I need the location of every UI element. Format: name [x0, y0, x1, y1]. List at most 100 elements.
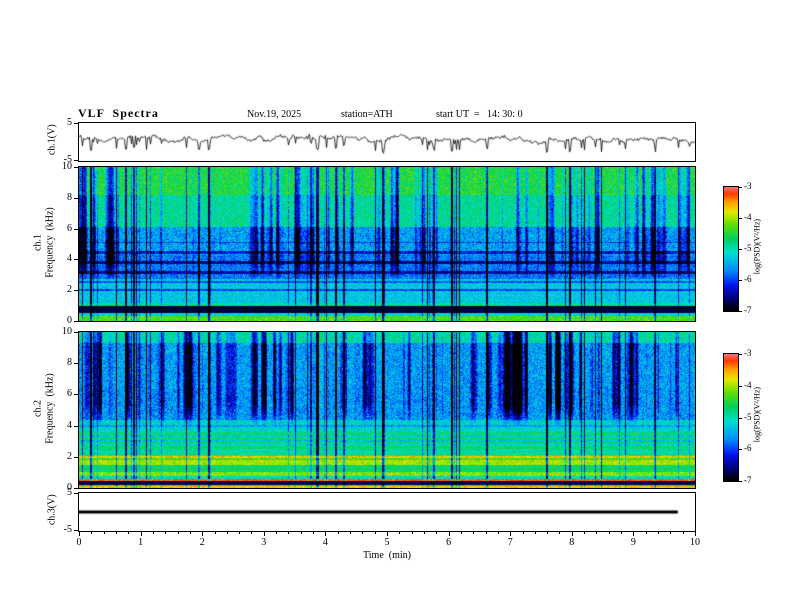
- x-minor-tick-mark: [177, 532, 179, 534]
- ch1-spectrogram-panel: [78, 166, 696, 322]
- freq-tick-label: 4: [67, 419, 72, 431]
- x-minor-tick-mark: [584, 532, 586, 534]
- freq-tick-mark: [74, 394, 78, 396]
- colorbar-tick-mark: [739, 280, 742, 281]
- x-tick-label: 9: [630, 537, 636, 548]
- freq-tick-label: 8: [67, 357, 72, 369]
- freq-tick-label: 6: [67, 222, 72, 234]
- x-tick-mark: [571, 532, 573, 536]
- colorbar-ch1-canvas: [724, 187, 738, 311]
- ch1-waveform-canvas: [79, 123, 695, 161]
- x-tick-mark: [263, 532, 265, 536]
- x-minor-tick-mark: [485, 532, 487, 534]
- ch3-waveform-panel: [78, 492, 696, 532]
- volt-tick-mark: [74, 123, 78, 124]
- x-minor-tick-mark: [411, 532, 413, 534]
- freq-tick-mark: [74, 332, 78, 333]
- date-label: Nov.19, 2025: [247, 109, 302, 120]
- colorbar-tick-mark: [739, 481, 742, 482]
- x-tick-mark: [202, 532, 204, 536]
- x-tick-mark: [510, 532, 512, 536]
- colorbar-ch2: [723, 353, 739, 482]
- x-minor-tick-mark: [596, 532, 598, 534]
- x-minor-tick-mark: [103, 532, 105, 534]
- x-minor-tick-mark: [436, 532, 438, 534]
- freq-tick-mark: [74, 167, 78, 168]
- freq-tick-mark: [74, 488, 78, 489]
- x-tick-label: 3: [261, 537, 267, 548]
- colorbar-tick-mark: [739, 417, 742, 419]
- volt-tick-label: 5: [67, 117, 72, 128]
- x-minor-tick-mark: [337, 532, 339, 534]
- x-minor-tick-mark: [473, 532, 475, 534]
- ch1-axis-label-line2: Frequency (kHz): [44, 207, 55, 278]
- time-axis-label: Time (min): [363, 550, 411, 561]
- x-tick-mark: [448, 532, 450, 536]
- x-minor-tick-mark: [165, 532, 167, 534]
- x-tick-label: 0: [76, 537, 82, 548]
- ch3-waveform-canvas: [79, 493, 695, 531]
- colorbar-tick-label: -7: [744, 475, 752, 485]
- x-tick-label: 8: [569, 537, 575, 548]
- x-minor-tick-mark: [300, 532, 302, 534]
- x-minor-tick-mark: [497, 532, 499, 534]
- freq-tick-label: 2: [67, 284, 72, 296]
- colorbar-tick-label: -4: [744, 212, 752, 222]
- colorbar-tick-mark: [739, 311, 742, 312]
- colorbar-tick-label: -4: [744, 379, 752, 390]
- colorbar-tick-mark: [739, 218, 742, 219]
- x-minor-tick-mark: [547, 532, 549, 534]
- x-minor-tick-mark: [214, 532, 216, 534]
- colorbar-tick-label: -3: [744, 348, 752, 358]
- vlf-spectra-figure: VLF Spectra Nov.19, 2025 station=ATH sta…: [0, 0, 792, 612]
- freq-tick-mark: [74, 290, 78, 292]
- x-minor-tick-mark: [460, 532, 462, 534]
- colorbar-ch2-canvas: [724, 354, 738, 481]
- x-minor-tick-mark: [128, 532, 130, 534]
- freq-tick-mark: [74, 228, 78, 230]
- volt-tick-mark: [74, 160, 78, 161]
- x-minor-tick-mark: [189, 532, 191, 534]
- volt-tick-label: -5: [63, 524, 72, 535]
- colorbar-ch1: [723, 186, 739, 312]
- x-minor-tick-mark: [313, 532, 315, 534]
- x-minor-tick-mark: [423, 532, 425, 534]
- freq-tick-label: 2: [67, 450, 72, 462]
- colorbar-tick-label: -5: [744, 243, 752, 253]
- x-tick-mark: [695, 532, 696, 536]
- x-minor-tick-mark: [374, 532, 376, 534]
- x-minor-tick-mark: [522, 532, 524, 534]
- x-minor-tick-mark: [226, 532, 228, 534]
- freq-tick-label: 0: [67, 315, 72, 326]
- x-tick-mark: [387, 532, 388, 536]
- ch1-axis-label-line1: ch.1: [32, 234, 44, 251]
- x-minor-tick-mark: [559, 532, 561, 534]
- station-label: station=ATH: [341, 109, 393, 120]
- x-minor-tick-mark: [288, 532, 290, 534]
- start-ut-label: start UT = 14: 30: 0: [436, 109, 523, 120]
- x-tick-mark: [325, 532, 327, 536]
- x-tick-label: 2: [199, 537, 205, 548]
- freq-tick-mark: [74, 456, 78, 458]
- x-minor-tick-mark: [670, 532, 672, 534]
- colorbar-tick-mark: [739, 449, 742, 451]
- freq-tick-mark: [74, 425, 78, 427]
- ch2-axis-label-line2: Frequency (kHz): [44, 373, 55, 444]
- colorbar-tick-mark: [739, 187, 742, 188]
- volt-tick-label: -5: [63, 154, 72, 165]
- colorbar-tick-label: -6: [744, 274, 752, 284]
- colorbar-tick-label: -7: [744, 305, 752, 315]
- volt-tick-mark: [74, 530, 78, 531]
- x-tick-label: 10: [690, 537, 700, 548]
- x-minor-tick-mark: [621, 532, 623, 534]
- volt-tick-label: 5: [67, 487, 72, 498]
- ch2-spectrogram-canvas: [79, 332, 695, 488]
- figure-title: VLF Spectra: [78, 106, 159, 120]
- x-minor-tick-mark: [362, 532, 364, 534]
- colorbar-tick-label: -6: [744, 443, 752, 454]
- x-tick-label: 1: [138, 537, 144, 548]
- x-minor-tick-mark: [608, 532, 610, 534]
- freq-tick-mark: [74, 363, 78, 365]
- colorbar-tick-mark: [739, 249, 742, 250]
- freq-tick-mark: [74, 321, 78, 322]
